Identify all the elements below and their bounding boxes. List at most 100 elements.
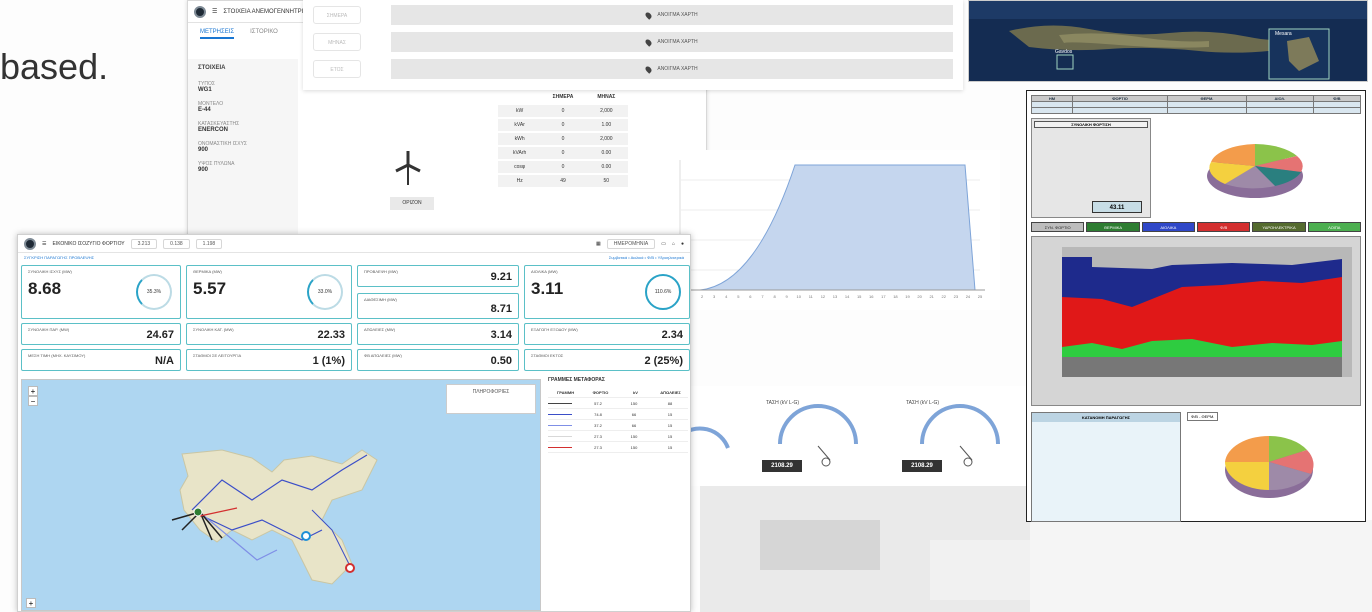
menu-icon[interactable]: ☰ (212, 8, 217, 15)
satellite-image (969, 1, 1367, 81)
fleet-details-panel: ΣΤΟΙΧΕΙΑ ΤΥΠΟΣ WG1 ΜΟΝΤΕΛΟ E-44 ΚΑΤΑΣΚΕΥ… (188, 59, 298, 249)
table-cell: 1.00 (601, 122, 612, 128)
scada-summary-box: ΣΥΝΟΛΙΚΗ ΦΟΡΤΙΣΗ 43.11 (1031, 118, 1151, 218)
legend-chip: ΣΥΝ. ΦΟΡΤΙΟ (1031, 222, 1085, 232)
calendar-icon[interactable]: ▭ (661, 241, 666, 247)
legend-row: 57.2 150 88 (548, 398, 688, 409)
kpi-card: ΠΡΟΒΛΕΨΗ (MW) 9.21 (357, 265, 519, 287)
tab-measurements[interactable]: ΜΕΤΡΗΣΕΙΣ (200, 29, 235, 39)
table-cell: 0 (561, 164, 565, 170)
kpi-label: ΔΙΑΘΕΣΙΜΗ (MW) (364, 297, 397, 302)
legend-chip: Φ/Β (1196, 222, 1251, 232)
table-cell: 0 (561, 136, 565, 142)
kpi-value: 2 (25%) (644, 355, 683, 367)
legend-header-row: ΓΡΑΜΜΗ ΦΟΡΤΙΟ kV ΑΠΩΛΕΙΕΣ (548, 387, 688, 398)
grid-icon[interactable]: ▦ (596, 241, 601, 247)
period-pill[interactable]: ΣΗΜΕΡΑ (313, 6, 361, 24)
legend-value: 74.8 (594, 411, 602, 417)
table-cell: kVArh (513, 150, 527, 156)
dashboard-window: ☰ ΕΙΚΟΝΙΚΟ ΙΣΟΖΥΓΙΟ ΦΟΡΤΙΟΥ 3.213 0.138 … (17, 234, 691, 612)
column-header: ΜΗΝΑΣ (597, 94, 616, 100)
kpi-label: ΜΕΣΗ ΤΙΜΗ (ΜΗΧ. ΚΑΥΣΙΜΟΥ) (28, 353, 86, 358)
inset-label: Gavdos (1055, 49, 1073, 55)
tab-history[interactable]: ΙΣΤΟΡΙΚΟ (250, 29, 278, 39)
column-header: ΓΡΑΜΜΗ (556, 389, 575, 395)
filters-text[interactable]: Συμβατικά • Αιολικά • Φ/Β • Υδροηλεκτρικ… (609, 255, 684, 260)
summary-value: 43.11 (1092, 201, 1142, 213)
x-tick-label: 21 (929, 294, 934, 299)
kpi-card: ΣΥΝΟΛΙΚΗ ΚΑΤ. (MW) 22.33 (186, 323, 352, 345)
x-tick-label: 23 (954, 294, 959, 299)
field-value: WG1 (198, 87, 212, 93)
gauge-value: 2108.29 (762, 460, 802, 472)
kpi-card: ΜΕΣΗ ΤΙΜΗ (ΜΗΧ. ΚΑΥΣΙΜΟΥ) N/A (21, 349, 181, 371)
island-map-svg (171, 449, 378, 585)
table-row: cosφ 0 0.00 (498, 161, 628, 173)
curve-svg: 1234567891011121314151617181920212223242… (679, 160, 985, 299)
unit-button[interactable]: ΟΡΙΖΟΝ (390, 197, 434, 210)
zoom-out-button[interactable]: − (28, 396, 38, 406)
value-chip[interactable]: 1.198 (195, 238, 223, 249)
legend-value: 27.3 (594, 444, 602, 450)
open-map-button[interactable]: ΑΝΟΙΓΜΑ ΧΑΡΤΗ (391, 5, 953, 25)
field-value: ENERCON (198, 127, 229, 133)
kpi-card: ΣΤΑΘΜΟΙ ΕΚΤΟΣ 2 (25%) (524, 349, 690, 371)
open-map-button[interactable]: ΑΝΟΙΓΜΑ ΧΑΡΤΗ (391, 59, 953, 79)
period-pill[interactable]: ΜΗΝΑΣ (313, 33, 361, 51)
compare-link[interactable]: ΣΥΓΚΡΙΣΗ ΠΑΡΑΓΩΓΗΣ ΠΡΟΒΛΕΨΗΣ (24, 255, 94, 260)
app-logo-icon (24, 237, 36, 250)
kpi-label: ΕΞΑΓΩΓΗ ΕΞΟΔΟΥ (MW) (531, 327, 578, 332)
table-cell: kW (516, 108, 524, 114)
value-chip[interactable]: 0.138 (163, 238, 190, 249)
table-cell: Hz (516, 178, 523, 184)
line-swatch (548, 413, 572, 415)
legend-chip: ΘΕΡΜΙΚΑ (1086, 222, 1140, 232)
map-pin-icon (644, 64, 654, 74)
legend-value: 27.3 (594, 433, 602, 439)
scada-legend: ΣΥΝ. ΦΟΡΤΙΟ ΘΕΡΜΙΚΑ ΑΙΟΛΙΚΑ Φ/Β ΥΔΡΟΗΛΕΚ… (1031, 222, 1361, 232)
x-tick-label: 19 (905, 294, 910, 299)
map-pin-icon (644, 10, 654, 20)
gauge-title: ΤΑΣΗ (kV L-G) (906, 400, 939, 406)
network-map[interactable]: + − ΠΛΗΡΟΦΟΡΙΕΣ + (21, 379, 541, 611)
x-tick-label: 18 (893, 294, 898, 299)
date-field[interactable]: ΗΜΕΡΟΜΗΝΙΑ (606, 238, 656, 249)
legend-chip: ΑΙΟΛΙΚΑ (1141, 222, 1195, 232)
legend-value: 150 (630, 444, 638, 450)
distribution-title: ΚΑΤΑΝΟΜΗ ΠΑΡΑΓΩΓΗΣ (1032, 413, 1180, 422)
line-swatch (548, 424, 572, 426)
legend-value: 15 (667, 422, 673, 428)
table-cell: 0 (561, 108, 565, 114)
account-icon[interactable]: ● (681, 241, 684, 247)
open-map-label: ΑΝΟΙΓΜΑ ΧΑΡΤΗ (657, 12, 698, 18)
map-add-button[interactable]: + (26, 598, 36, 608)
open-map-button[interactable]: ΑΝΟΙΓΜΑ ΧΑΡΤΗ (391, 32, 953, 52)
home-icon[interactable]: ⌂ (672, 241, 675, 247)
wind-turbine-icon (388, 151, 428, 190)
period-pill[interactable]: ΕΤΟΣ (313, 60, 361, 78)
bottom-pie-area: Φ/Β - ΘΕΡΜ. (1187, 412, 1361, 522)
legend-value: 15 (667, 411, 673, 417)
kpi-card: ΦΒ ΑΠΩΛΕΙΕΣ (MW) 0.50 (357, 349, 519, 371)
field-value: E-44 (198, 107, 211, 113)
scada-top-row: ΣΥΝΟΛΙΚΗ ΦΟΡΤΙΣΗ 43.11 (1031, 118, 1361, 218)
bottom-tab[interactable]: Φ/Β - ΘΕΡΜ. (1187, 412, 1219, 421)
kpi-card: ΔΙΑΘΕΣΙΜΗ (MW) 8.71 (357, 293, 519, 319)
kpi-value: 0.50 (490, 355, 512, 367)
app-logo-icon (194, 5, 206, 18)
zoom-in-button[interactable]: + (28, 386, 38, 396)
table-cell: 0 (561, 122, 565, 128)
x-tick-label: 24 (966, 294, 971, 299)
dashboard-subbar: ΣΥΓΚΡΙΣΗ ΠΑΡΑΓΩΓΗΣ ΠΡΟΒΛΕΨΗΣ Συμβατικά •… (18, 253, 690, 262)
menu-icon[interactable]: ☰ (42, 241, 46, 247)
x-tick-label: 4 (725, 294, 728, 299)
kpi-value: 8.71 (490, 303, 512, 315)
button-row: ΜΗΝΑΣ ΑΝΟΙΓΜΑ ΧΑΡΤΗ (313, 31, 953, 53)
line-swatch (548, 435, 572, 437)
kpi-ring: 110.6% (645, 274, 681, 310)
value-chip[interactable]: 3.213 (130, 238, 158, 249)
kpi-value: 24.67 (146, 329, 174, 341)
column-header: ΑΠΩΛΕΙΕΣ (660, 389, 681, 395)
gauges-svg (678, 404, 1000, 467)
table-cell: 0 (561, 150, 565, 156)
